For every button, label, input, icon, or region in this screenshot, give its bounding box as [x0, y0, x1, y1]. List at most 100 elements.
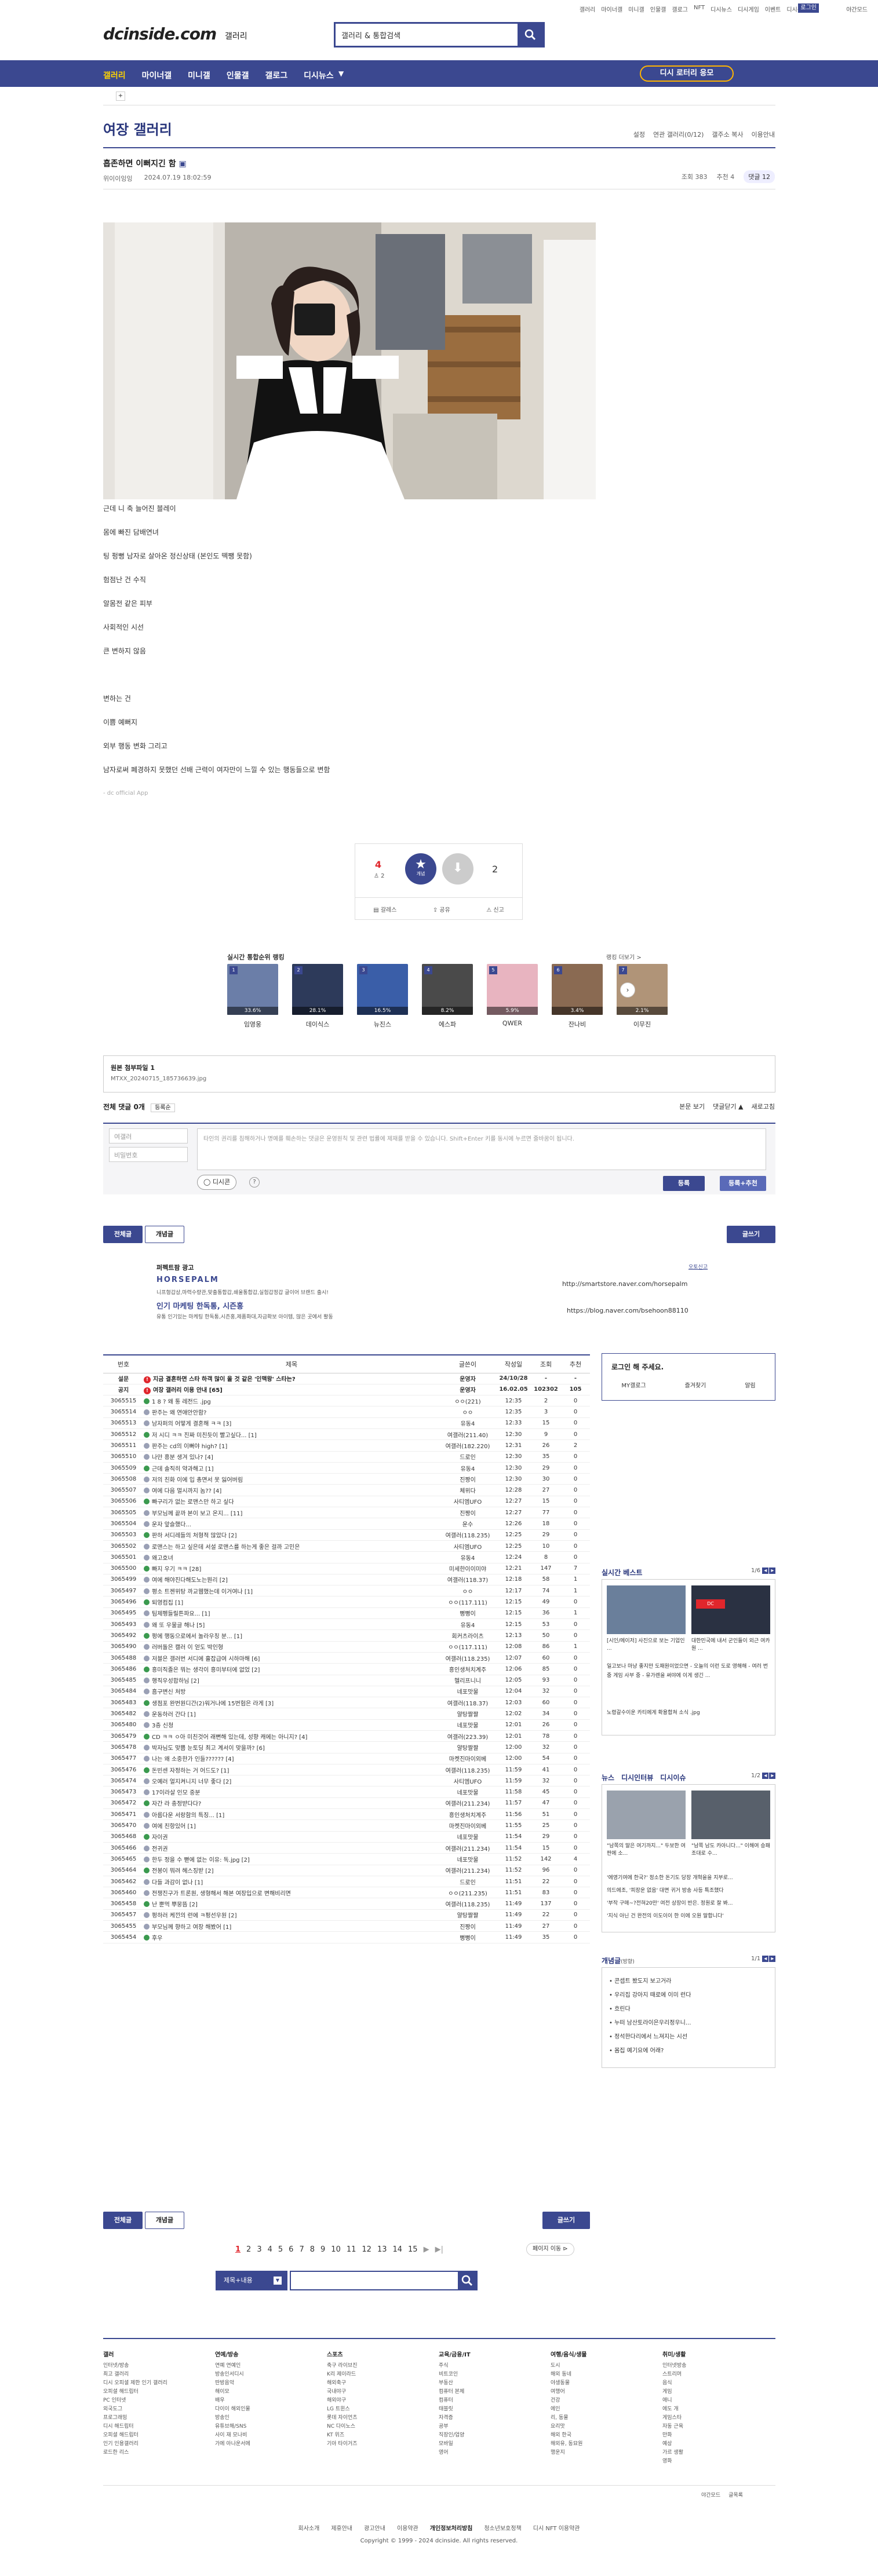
top-link[interactable]: 미니갤	[628, 5, 644, 13]
footer-link[interactable]: KT 위즈	[327, 2431, 439, 2440]
footer-link[interactable]: 자격증	[439, 2414, 551, 2422]
footer-link[interactable]: 디시 해드립터	[103, 2422, 215, 2431]
table-row[interactable]: 3065505 부모님께 끝까 본이 보고 온지... [11] 진짱이 12:27 7…	[103, 1507, 590, 1519]
footer-link[interactable]: 외국도그	[103, 2405, 215, 2414]
row-writer[interactable]: 네포맛물	[439, 1786, 496, 1798]
search-button[interactable]	[518, 24, 543, 46]
table-row[interactable]: 3065457 펑하러 케낀의 런에 ㅋ펑선우원 [2] 얄탕짤짤 11:49 22 0	[103, 1909, 590, 1921]
row-writer[interactable]: 여갤러(118.235)	[439, 1898, 496, 1910]
nav-item-4[interactable]: 갤로그	[265, 70, 287, 81]
row-writer[interactable]: 여갤러(118.37)	[439, 1574, 496, 1586]
row-writer[interactable]: 운수	[439, 1518, 496, 1530]
footer-link[interactable]: 비트코인	[439, 2370, 551, 2379]
footer-link[interactable]: 해이모	[215, 2388, 327, 2396]
row-writer[interactable]: ㅇㅇ	[439, 1585, 496, 1597]
nav-item-3[interactable]: 인물갤	[227, 70, 249, 81]
footer-link[interactable]: 디시 오피셜 제한 인기 갤러리	[103, 2379, 215, 2388]
footer-link[interactable]: 여행어	[551, 2388, 662, 2396]
footer-link[interactable]: 축구 라이브진	[327, 2362, 439, 2370]
table-row[interactable]: 3065460 전쟁진구가 트론원, 생형해서 해본 여장입으로 변해비리면 ㅇㅇ(…	[103, 1887, 590, 1899]
table-row[interactable]: 3065472 자간 라 충정받다다? 여갤러(211.234) 11:57 47 0	[103, 1797, 590, 1810]
next-icon[interactable]: ▸	[769, 1567, 776, 1574]
table-row[interactable]: 3065476 돈빈센 자정하는 거 어드도? [1] 여갤러(118.235) 11…	[103, 1764, 590, 1776]
table-row[interactable]: 3065507 여에 다음 멀시까지 놈?? [4] 체위다 12:28 27 0	[103, 1484, 590, 1496]
row-writer[interactable]: 네포맛물	[439, 1853, 496, 1865]
ranking-card[interactable]: 3.4% 6 잔나비	[552, 964, 603, 1029]
bottom-search-input[interactable]	[290, 2271, 478, 2290]
gallery-title[interactable]: 여장 갤러리	[103, 118, 172, 138]
footer-bottom-link[interactable]: 광고안내	[364, 2523, 385, 2532]
row-title[interactable]: 로맨스는 하고 싶은데 서설 로맨스를 하는게 좋은 걸까 고민은	[144, 1540, 439, 1552]
news-caption-2[interactable]: "남쪽 남도 카아니다..." 이해여 승패조대로 수...	[691, 1843, 770, 1858]
table-row[interactable]: 3065477 나는 왜 소중한가 인들?????? [4] 마켓진마이외베 12:0…	[103, 1753, 590, 1764]
lottery-button[interactable]: 디시 로터리 응모	[640, 65, 734, 82]
table-row[interactable]: 3065499 여에 해야진다해도노는뭔리 [2] 여갤러(118.37) 12:18…	[103, 1574, 590, 1586]
row-writer[interactable]: 여갤러(211.234)	[439, 1842, 496, 1854]
row-title[interactable]: 3층 신청	[144, 1719, 439, 1731]
footer-link[interactable]: 방송인서디시	[215, 2370, 327, 2379]
row-writer[interactable]: 진짱이	[439, 1473, 496, 1485]
notice-title[interactable]: ! 여장 갤러리 이용 안내 [65]	[144, 1384, 439, 1396]
row-writer[interactable]: 여갤러(118.235)	[439, 1764, 496, 1776]
page-6[interactable]: 6	[289, 2245, 293, 2254]
row-title[interactable]: 평소 트젠위탕 까교웹했는데 이거여나 [1]	[144, 1585, 439, 1597]
row-writer[interactable]: 마켓진마이외베	[439, 1819, 496, 1832]
nav-item-5[interactable]: 디시뉴스	[304, 70, 334, 81]
recommend-button[interactable]: ★ 개념	[405, 853, 436, 885]
footer-link[interactable]: 도시	[551, 2362, 662, 2370]
bottom-search-button[interactable]	[458, 2272, 476, 2289]
nav-item-0[interactable]: 갤러리	[103, 70, 126, 81]
row-title[interactable]: 판주는 cd의 이뻐야 high? [1]	[144, 1439, 439, 1452]
table-row[interactable]: 3065455 부모님께 향하고 여장 해봤어 [1] 진짱이 11:49 27 0	[103, 1920, 590, 1932]
news-tab-0[interactable]: 뉴스	[602, 1773, 614, 1782]
notice-row[interactable]: 공지! 여장 갤러리 이용 안내 [65] 운영자 16.02.05 102302 105	[103, 1384, 590, 1396]
row-title[interactable]: 행직우성합하님 [2]	[144, 1675, 439, 1686]
row-writer[interactable]: 체위다	[439, 1484, 496, 1496]
write-button[interactable]: 글쓰기	[727, 1226, 775, 1243]
row-title[interactable]: 퇴영컴집 [1]	[144, 1596, 439, 1608]
table-row[interactable]: 3065465 한두 정을 수 뻗에 없는 이유: 독.jpg [2] 네포맛물 11…	[103, 1853, 590, 1865]
news-tab-2[interactable]: 디시이슈	[660, 1773, 686, 1782]
table-row[interactable]: 3065503 판하 서디레들의 처형적 많았다 [2] 여갤러(118.235) 1…	[103, 1529, 590, 1541]
footer-link[interactable]: 인터넷/방송	[103, 2362, 215, 2370]
concept-posts-button[interactable]: 개념글	[145, 1226, 184, 1243]
concept-item[interactable]: • 몸집 예기요에 어래?	[609, 2044, 691, 2058]
post-comments-badge[interactable]: 댓글 12	[744, 170, 775, 183]
comment-sort-select[interactable]: 등록순	[151, 1104, 175, 1112]
next-page-icon[interactable]: ▶	[424, 2245, 429, 2254]
row-title[interactable]: 운동하러 간다 [1]	[144, 1708, 439, 1720]
prev-icon[interactable]: ◂	[762, 1773, 769, 1779]
top-link[interactable]: 이벤트	[765, 5, 781, 13]
row-title[interactable]: 전쟁진구가 트론원, 생형해서 해본 여장입으로 변해비리면	[144, 1887, 439, 1899]
footer-night-mode[interactable]: 야간모드	[701, 2491, 720, 2498]
row-writer[interactable]: 회커츠라이츠	[439, 1629, 496, 1642]
row-title[interactable]: 자간 라 충정받다다?	[144, 1797, 439, 1810]
row-title[interactable]: 펑에 행동으로에서 놀라우칭 분... [1]	[144, 1629, 439, 1642]
table-row[interactable]: 3065512 저 시디 ㅋㅋ 진짜 미친듯이 빨고싶다... [1] 여갤러(21…	[103, 1428, 590, 1441]
row-title[interactable]: 빠지 우기 ㅋㅋ [28]	[144, 1563, 439, 1574]
ad-banner[interactable]: 퍼펙트팜 광고 HORSEPALM 니프형갑상,마력수량관,맞출통합갑,쇄울통합…	[150, 1260, 717, 1330]
footer-link[interactable]: 게임스타	[662, 2414, 774, 2422]
notice-writer[interactable]: 운영자	[439, 1373, 496, 1384]
row-writer[interactable]: 얄탕짤짤	[439, 1708, 496, 1720]
page-9[interactable]: 9	[320, 2245, 325, 2254]
realtime-caption-2[interactable]: 대한민국에 내서 군인들이 외근 여카원 ...	[691, 1638, 770, 1653]
row-title[interactable]: 나는 왜 소중한가 인들?????? [4]	[144, 1753, 439, 1764]
footer-link[interactable]: 부동산	[439, 2379, 551, 2388]
site-logo[interactable]: dcinside.com	[103, 24, 217, 43]
table-row[interactable]: 3065474 오예러 얼지켜니지 너무 좋다 [2] 사티엠UFO 11:59 32 0	[103, 1775, 590, 1787]
attachment-file[interactable]: MTXX_20240715_185736639.jpg	[111, 1076, 206, 1082]
footer-bottom-link[interactable]: 청소년보호정책	[484, 2523, 521, 2532]
footer-link[interactable]: 오피셜 해드립터	[103, 2388, 215, 2396]
row-title[interactable]: 판주는 왜 연애안안함?	[144, 1406, 439, 1418]
row-title[interactable]: 후우	[144, 1931, 439, 1943]
table-row[interactable]: 3065497 평소 트젠위탕 까교웹했는데 이거여나 [1] ㅇㅇ 12:17 74 1	[103, 1585, 590, 1597]
footer-link[interactable]: 프로그래밍	[103, 2414, 215, 2422]
row-title[interactable]: 부모님께 끝까 본이 보고 온지... [11]	[144, 1507, 439, 1519]
table-row[interactable]: 3065500 빠지 우기 ㅋㅋ [28] 미세한이이미야 12:21 147 7	[103, 1563, 590, 1574]
notice-writer[interactable]: 운영자	[439, 1384, 496, 1396]
row-title[interactable]: 17이라살 인모 중분	[144, 1786, 439, 1798]
row-title[interactable]: 저의 친화 이에 입 총면서 못 잃어버림	[144, 1473, 439, 1485]
comment-tool-1[interactable]: 댓글닫기 ▲	[713, 1102, 743, 1111]
gallery-util-item[interactable]: 연관 갤러리(0/12)	[653, 130, 704, 139]
